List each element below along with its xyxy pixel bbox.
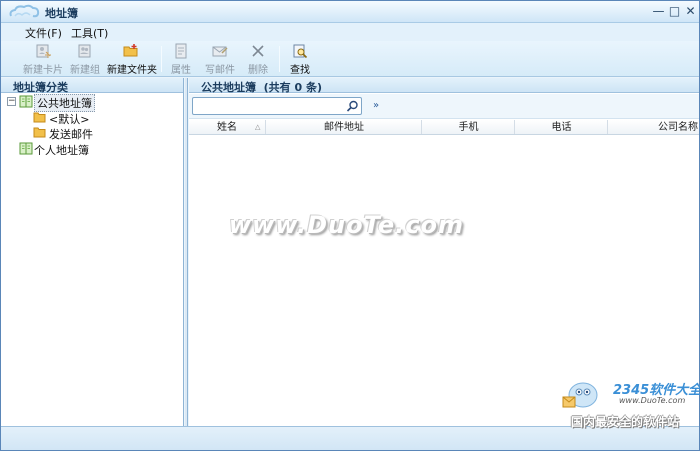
contacts-panel-header: 公共地址簿 (共有 0 条) bbox=[189, 78, 699, 94]
tree-item-default[interactable]: <默认> bbox=[33, 111, 133, 126]
minimize-button[interactable]: — bbox=[651, 4, 666, 19]
window-title: 地址簿 bbox=[45, 7, 78, 20]
column-email[interactable]: 邮件地址 bbox=[267, 120, 422, 134]
new-card-icon bbox=[36, 44, 51, 58]
folder-icon bbox=[33, 127, 46, 138]
search-icon[interactable] bbox=[346, 100, 359, 113]
watermark-slogan: 国内最安全的软件站 bbox=[571, 415, 680, 429]
properties-button[interactable]: 属性 bbox=[168, 43, 194, 76]
tree-item-personal-address-book[interactable]: 个人地址簿 bbox=[19, 142, 129, 157]
contacts-panel: 公共地址簿 (共有 0 条) » 姓名 △ 邮件地址 手机 电话 公司名称 bbox=[189, 78, 699, 426]
contacts-table-header: 姓名 △ 邮件地址 手机 电话 公司名称 bbox=[189, 120, 699, 135]
column-company[interactable]: 公司名称 bbox=[609, 120, 699, 134]
delete-x-icon bbox=[252, 45, 264, 57]
new-folder-icon bbox=[123, 44, 138, 57]
write-mail-button[interactable]: 写邮件 bbox=[202, 43, 238, 76]
category-panel: 地址簿分类 − 公共地址簿 <默认> 发送邮件 个人地址簿 bbox=[1, 78, 184, 426]
address-book-window: 地址簿 — □ ✕ 文件(F) 工具(T) 新建卡片 新建组 新建文件夹 属性 … bbox=[0, 0, 700, 451]
toolbar: 新建卡片 新建组 新建文件夹 属性 写邮件 删除 查找 bbox=[1, 41, 699, 77]
envelope-icon bbox=[212, 46, 228, 57]
properties-icon bbox=[175, 43, 187, 59]
column-phone[interactable]: 电话 bbox=[516, 120, 608, 134]
menu-file[interactable]: 文件(F) bbox=[25, 25, 62, 41]
search-input[interactable] bbox=[192, 97, 362, 115]
new-card-button[interactable]: 新建卡片 bbox=[23, 43, 63, 76]
cloud-logo-icon bbox=[9, 4, 40, 18]
search-row: » bbox=[189, 94, 699, 119]
delete-button[interactable]: 删除 bbox=[245, 43, 271, 76]
column-name[interactable]: 姓名 △ bbox=[189, 120, 266, 134]
toolbar-separator bbox=[279, 46, 280, 72]
watermark-url: www.DuoTe.com bbox=[619, 396, 686, 405]
category-panel-header: 地址簿分类 bbox=[1, 78, 183, 94]
column-mobile[interactable]: 手机 bbox=[423, 120, 515, 134]
expand-more-icon[interactable]: » bbox=[371, 100, 381, 112]
new-group-button[interactable]: 新建组 bbox=[68, 43, 102, 76]
toolbar-separator bbox=[161, 46, 162, 72]
collapse-toggle[interactable]: − bbox=[7, 97, 16, 106]
title-bar[interactable]: 地址簿 — □ ✕ bbox=[1, 1, 699, 23]
watermark-text: www.DuoTe.com bbox=[229, 211, 464, 239]
sort-ascending-icon: △ bbox=[255, 123, 261, 131]
find-icon bbox=[293, 44, 308, 59]
new-group-icon bbox=[78, 44, 91, 58]
address-book-icon bbox=[19, 95, 33, 108]
find-button[interactable]: 查找 bbox=[287, 43, 313, 76]
address-book-icon bbox=[19, 142, 33, 155]
mascot-logo-icon bbox=[562, 382, 598, 408]
menu-bar: 文件(F) 工具(T) bbox=[1, 23, 699, 41]
close-button[interactable]: ✕ bbox=[683, 4, 698, 19]
tree-item-sent-mail[interactable]: 发送邮件 bbox=[33, 126, 133, 141]
folder-icon bbox=[33, 112, 46, 123]
maximize-button[interactable]: □ bbox=[667, 4, 682, 19]
new-folder-button[interactable]: 新建文件夹 bbox=[107, 43, 157, 76]
panel-splitter[interactable] bbox=[185, 78, 188, 426]
menu-tools[interactable]: 工具(T) bbox=[71, 25, 108, 41]
tree-item-public-address-book[interactable]: 公共地址簿 bbox=[19, 94, 129, 112]
